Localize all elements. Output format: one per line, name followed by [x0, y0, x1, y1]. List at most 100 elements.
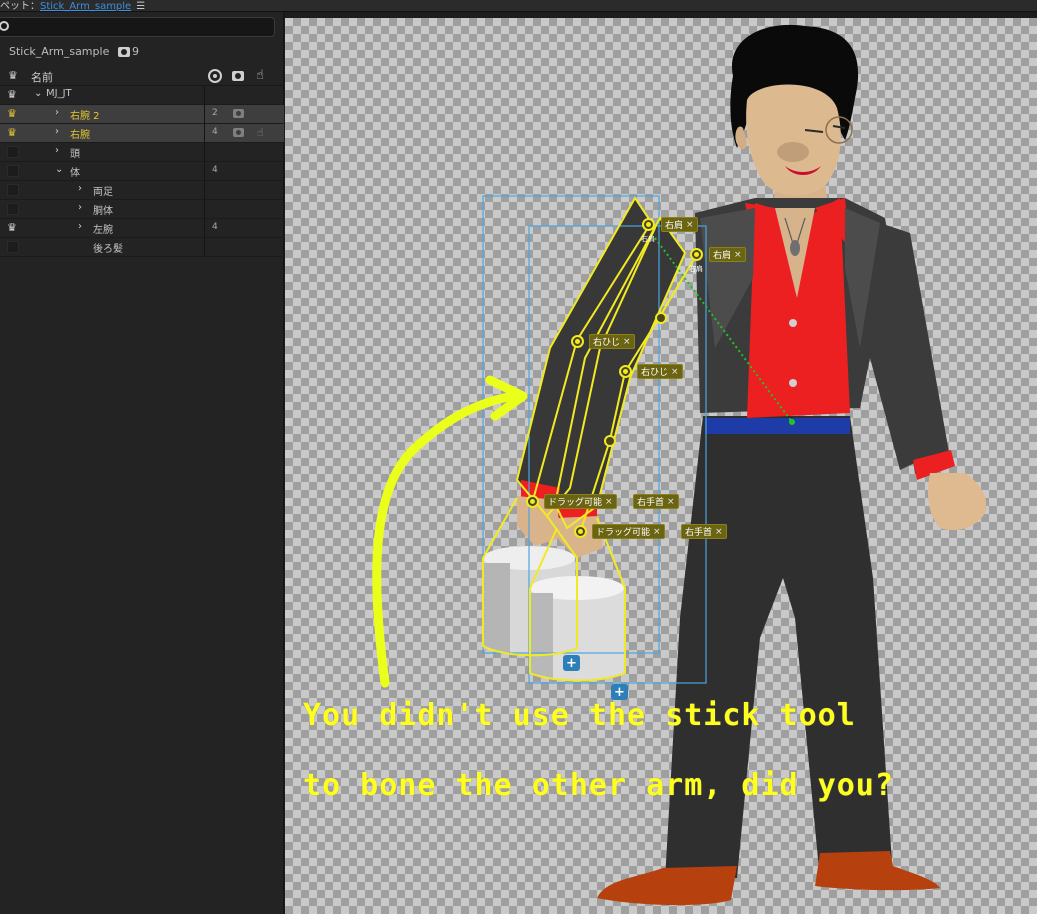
close-icon[interactable]: ×: [623, 337, 631, 347]
project-count-value: 9: [132, 45, 139, 58]
layer-row-torso[interactable]: › 胴体: [0, 200, 284, 219]
stage-canvas[interactable]: 右肩 × 右肩 右肩 × 右肩 右ひじ × 右ひじ × ドラッグ可能 × 右手首 × ドラッ…: [285, 18, 1037, 914]
caption-line-1: You didn't use the stick tool: [303, 698, 856, 733]
name-column-header[interactable]: 名前: [31, 69, 53, 85]
column-divider: [204, 143, 205, 162]
close-icon[interactable]: ×: [667, 497, 675, 507]
layer-row-mj-jt[interactable]: ♛ ⌄ MJ_JT: [0, 86, 284, 105]
crown-icon[interactable]: ♛: [7, 127, 17, 138]
camera-icon[interactable]: [233, 109, 244, 118]
elbow-tag-a[interactable]: 右ひじ ×: [589, 334, 635, 349]
camera-column-icon[interactable]: [232, 71, 246, 85]
panel-title-prefix: ペット：: [0, 1, 40, 12]
tag-label: ドラッグ可能: [596, 528, 651, 538]
close-icon[interactable]: ×: [734, 250, 742, 260]
layer-count: 4: [212, 127, 218, 137]
close-icon[interactable]: ×: [686, 220, 694, 230]
draggable-handle-b[interactable]: [574, 525, 587, 538]
hand-icon[interactable]: ☝: [257, 126, 264, 139]
camera-icon: [118, 46, 130, 57]
shoulder-small-label-b: 右肩: [689, 265, 703, 273]
elbow-tag-b[interactable]: 右ひじ ×: [637, 364, 683, 379]
trousers: [665, 416, 893, 880]
project-row[interactable]: Stick_Arm_sample 9: [0, 42, 284, 62]
layer-row-legs[interactable]: › 両足: [0, 181, 284, 200]
column-divider: [204, 181, 205, 200]
chevron-right-icon[interactable]: ›: [78, 183, 82, 194]
tag-label: 右ひじ: [641, 368, 669, 378]
chevron-right-icon[interactable]: ›: [55, 107, 59, 118]
shoulder-handle-a[interactable]: [642, 218, 655, 231]
wrist-tag-a[interactable]: 右手首 ×: [633, 494, 679, 509]
layer-row-head[interactable]: › 頭: [0, 143, 284, 162]
close-icon[interactable]: ×: [671, 367, 679, 377]
close-icon[interactable]: ×: [653, 527, 661, 537]
layers-header: ♛ 名前 ☝: [0, 66, 284, 86]
chevron-down-icon[interactable]: ⌄: [55, 164, 63, 175]
column-divider: [204, 162, 205, 181]
layer-count: 2: [212, 108, 218, 118]
layer-row-back-hair[interactable]: 後ろ髪: [0, 238, 284, 257]
close-icon[interactable]: ×: [715, 527, 723, 537]
layer-label: 両足: [93, 187, 113, 198]
layer-toggle[interactable]: [7, 203, 19, 215]
face: [746, 84, 841, 196]
layer-toggle[interactable]: [7, 241, 19, 253]
shoulder-small-label-a: 右肩: [641, 235, 655, 243]
draggable-tag-a[interactable]: ドラッグ可能 ×: [544, 494, 617, 509]
shoulder-tag-b[interactable]: 右肩 ×: [709, 247, 746, 262]
tag-label: ドラッグ可能: [548, 498, 603, 508]
chevron-right-icon[interactable]: ›: [78, 202, 82, 213]
belt: [705, 418, 850, 434]
draggable-handle-a[interactable]: [526, 495, 539, 508]
layer-count: 4: [212, 222, 218, 232]
hand-icon[interactable]: ☝: [256, 69, 270, 83]
layer-toggle[interactable]: [7, 165, 19, 177]
visibility-icon[interactable]: [208, 69, 222, 83]
elbow-handle-a[interactable]: [571, 335, 584, 348]
layer-row-right-arm-2[interactable]: ♛ › 右腕 2 2: [0, 105, 284, 124]
chevron-down-icon[interactable]: ⌄: [34, 88, 42, 99]
layer-row-body[interactable]: ⌄ 体 4: [0, 162, 284, 181]
project-camera-count: 9: [118, 45, 139, 58]
layer-toggle[interactable]: [7, 146, 19, 158]
layer-label: 右腕: [70, 130, 90, 141]
layer-label: MJ_JT: [46, 88, 72, 99]
crown-icon[interactable]: ♛: [7, 222, 17, 233]
camera-icon[interactable]: [233, 128, 244, 137]
layer-label: 後ろ髪: [93, 244, 123, 255]
elbow-handle-b[interactable]: [619, 365, 632, 378]
column-divider: [204, 238, 205, 257]
panel-menu-icon[interactable]: ☰: [136, 1, 145, 12]
chevron-right-icon[interactable]: ›: [55, 126, 59, 137]
search-icon: [0, 21, 9, 31]
column-divider: [204, 124, 205, 143]
tag-label: 右手首: [685, 528, 713, 538]
puppet-panel: Stick_Arm_sample 9 ♛ 名前 ☝ ♛ ⌄ MJ_JT ♛ › …: [0, 12, 284, 914]
draggable-tag-b[interactable]: ドラッグ可能 ×: [592, 524, 665, 539]
chevron-right-icon[interactable]: ›: [78, 221, 82, 232]
layer-label: 左腕: [93, 225, 113, 236]
layer-row-right-arm[interactable]: ♛ › 右腕 4 ☝: [0, 124, 284, 143]
layer-label: 体: [70, 168, 80, 179]
right-shoe: [815, 851, 940, 891]
left-hand: [928, 473, 987, 531]
close-icon[interactable]: ×: [605, 497, 613, 507]
layer-row-left-arm[interactable]: ♛ › 左腕 4: [0, 219, 284, 238]
shoulder-handle-b[interactable]: [690, 248, 703, 261]
left-shoe: [597, 866, 737, 906]
crown-icon[interactable]: ♛: [7, 89, 17, 100]
crown-icon[interactable]: ♛: [7, 108, 17, 119]
layer-label: 右腕 2: [70, 111, 100, 122]
document-link[interactable]: Stick_Arm_sample: [40, 1, 131, 12]
shoulder-tag-a[interactable]: 右肩 ×: [661, 217, 698, 232]
wrist-tag-b[interactable]: 右手首 ×: [681, 524, 727, 539]
add-handle-button-a[interactable]: +: [563, 655, 580, 671]
layer-toggle[interactable]: [7, 184, 19, 196]
chevron-right-icon[interactable]: ›: [55, 145, 59, 156]
column-divider: [204, 86, 205, 105]
search-input[interactable]: [0, 17, 275, 37]
tag-label: 右肩: [665, 221, 684, 231]
column-divider: [204, 219, 205, 238]
column-divider: [204, 200, 205, 219]
